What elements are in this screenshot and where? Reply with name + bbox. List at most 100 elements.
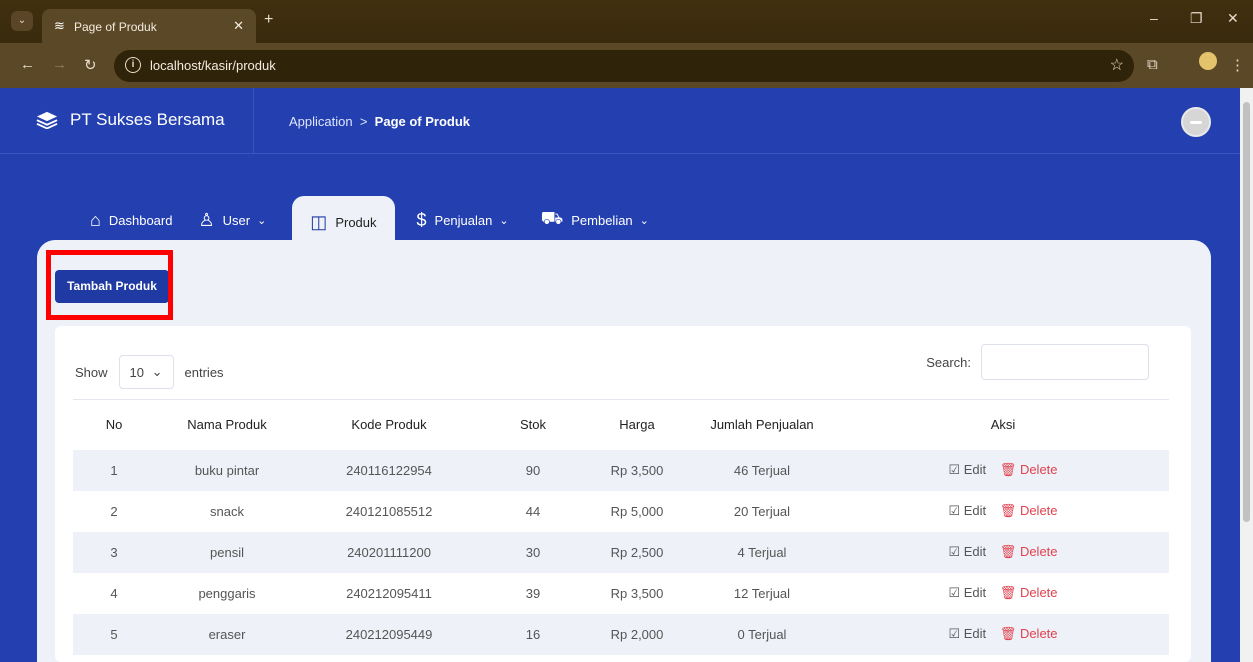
breadcrumb-separator: > (359, 114, 368, 129)
trash-icon: 🗑 (999, 585, 1017, 600)
breadcrumb-current: Page of Produk (374, 114, 471, 129)
menu-label: Penjualan (434, 212, 493, 228)
menu-item-dashboard[interactable]: ⌂ Dashboard (90, 196, 172, 244)
browser-tab[interactable]: ≋ Page of Produk ✕ (42, 9, 256, 43)
cell-harga: Rp 3,500 (610, 585, 664, 601)
col-jumlah[interactable]: Jumlah Penjualan (687, 400, 837, 450)
delete-label: Delete (1019, 585, 1058, 600)
col-kode[interactable]: Kode Produk (299, 400, 479, 450)
entries-select[interactable]: 10 ⌄ (118, 355, 174, 389)
layers-icon: ≋ (54, 18, 65, 33)
delete-button[interactable]: 🗑 Delete (1000, 462, 1058, 477)
browser-tabbar: ⌄ ≋ Page of Produk ✕ + – ❐ ✕ (0, 0, 1253, 43)
cell-jual: 20 Terjual (733, 503, 791, 519)
edit-icon: ☑ (948, 503, 961, 518)
tab-list-icon[interactable]: ⌄ (11, 11, 33, 31)
chevron-down-icon: ⌄ (499, 214, 509, 227)
table-row: 3 pensil 240201111200 30 Rp 2,500 4 Terj… (73, 531, 1169, 573)
edit-button[interactable]: ☑ Edit (948, 626, 986, 641)
trash-icon: 🗑 (999, 544, 1017, 559)
profile-avatar[interactable] (1199, 52, 1217, 70)
edit-button[interactable]: ☑ Edit (948, 503, 986, 518)
chevron-down-icon: ⌄ (639, 214, 649, 227)
cell-no: 3 (110, 544, 118, 560)
cell-no: 1 (110, 462, 118, 478)
table-row: 2 snack 240121085512 44 Rp 5,000 20 Terj… (73, 491, 1169, 532)
cell-kode: 240212095411 (346, 585, 432, 601)
col-harga[interactable]: Harga (587, 400, 687, 450)
bookmark-star-icon[interactable]: ☆ (1110, 55, 1124, 75)
table-row: 4 penggaris 240212095411 39 Rp 3,500 12 … (73, 573, 1169, 614)
menu-item-pembelian[interactable]: ⛟ Pembelian ⌄ (541, 196, 649, 244)
col-nama[interactable]: Nama Produk (155, 400, 299, 450)
cell-harga: Rp 5,000 (610, 503, 664, 519)
delete-button[interactable]: 🗑 Delete (1000, 626, 1058, 641)
trash-icon: 🗑 (999, 626, 1017, 641)
breadcrumb-parent[interactable]: Application (289, 114, 353, 129)
minimize-icon[interactable]: – (1150, 10, 1158, 26)
edit-button[interactable]: ☑ Edit (948, 544, 986, 559)
cell-nama: snack (210, 503, 244, 519)
col-stok[interactable]: Stok (479, 400, 587, 450)
edit-button[interactable]: ☑ Edit (948, 585, 986, 600)
cell-aksi: ☑ Edit 🗑 Delete (837, 614, 1169, 655)
cell-aksi: ☑ Edit 🗑 Delete (837, 532, 1169, 573)
dollar-icon: $ (416, 209, 427, 230)
brand[interactable]: PT Sukses Bersama (36, 110, 225, 130)
page-scrollbar[interactable] (1240, 88, 1253, 662)
edit-label: Edit (963, 462, 987, 477)
cell-stok: 16 (525, 626, 541, 642)
close-tab-icon[interactable]: ✕ (233, 18, 244, 34)
menu-item-penjualan[interactable]: $ Penjualan ⌄ (417, 196, 509, 244)
add-product-button[interactable]: Tambah Produk (55, 270, 169, 303)
menu-item-user[interactable]: ♙ User ⌄ (198, 196, 266, 244)
edit-label: Edit (963, 544, 987, 559)
address-bar: ← → ↻ i localhost/kasir/produk ☆ ⧉ ⋮ (0, 43, 1253, 88)
reload-icon[interactable]: ↻ (84, 56, 97, 74)
scrollbar-thumb[interactable] (1243, 102, 1250, 522)
header-divider (253, 88, 254, 154)
brand-name: PT Sukses Bersama (70, 110, 225, 129)
trash-icon: 🗑 (999, 462, 1017, 477)
delete-label: Delete (1019, 626, 1058, 641)
edit-label: Edit (963, 503, 987, 518)
table-row: 5 eraser 240212095449 16 Rp 2,000 0 Terj… (73, 613, 1169, 655)
search-control: Search: (926, 344, 1149, 380)
url-field[interactable]: i localhost/kasir/produk ☆ (114, 50, 1134, 82)
back-icon[interactable]: ← (20, 56, 35, 73)
app-header: PT Sukses Bersama Application > Page of … (0, 88, 1240, 154)
user-icon: ♙ (198, 209, 215, 230)
more-menu-icon[interactable]: ⋮ (1230, 56, 1245, 74)
cell-no: 5 (110, 626, 118, 642)
cell-kode: 240121085512 (345, 503, 433, 519)
user-avatar[interactable] (1181, 107, 1211, 137)
extensions-icon[interactable]: ⧉ (1147, 56, 1158, 73)
cell-nama: penggaris (198, 585, 256, 601)
table-row: 1 buku pintar 240116122954 90 Rp 3,500 4… (73, 449, 1169, 491)
url-text: localhost/kasir/produk (150, 58, 276, 73)
close-window-icon[interactable]: ✕ (1227, 10, 1239, 27)
forward-icon[interactable]: → (52, 56, 67, 73)
delete-button[interactable]: 🗑 Delete (1000, 585, 1058, 600)
delete-button[interactable]: 🗑 Delete (1000, 544, 1058, 559)
site-info-icon[interactable]: i (125, 57, 141, 73)
cell-nama: pensil (210, 544, 244, 560)
delete-label: Delete (1019, 544, 1058, 559)
chevron-down-icon: ⌄ (151, 364, 163, 379)
length-control: Show 10 ⌄ entries (75, 355, 224, 389)
edit-button[interactable]: ☑ Edit (948, 462, 986, 477)
table-card: Show 10 ⌄ entries Search: No Nama Produk… (55, 326, 1191, 662)
edit-icon: ☑ (948, 544, 961, 559)
restore-icon[interactable]: ❐ (1190, 10, 1203, 27)
search-input[interactable] (981, 344, 1149, 380)
edit-label: Edit (963, 585, 987, 600)
col-no[interactable]: No (73, 400, 155, 450)
cell-nama: buku pintar (194, 462, 260, 478)
cell-jual: 46 Terjual (733, 462, 791, 478)
delete-button[interactable]: 🗑 Delete (1000, 503, 1058, 518)
product-table: No Nama Produk Kode Produk Stok Harga Ju… (73, 399, 1169, 655)
menu-label: Produk (335, 214, 377, 230)
cell-kode: 240212095449 (345, 626, 433, 642)
cell-kode: 240201111200 (347, 544, 431, 560)
new-tab-icon[interactable]: + (264, 11, 273, 29)
